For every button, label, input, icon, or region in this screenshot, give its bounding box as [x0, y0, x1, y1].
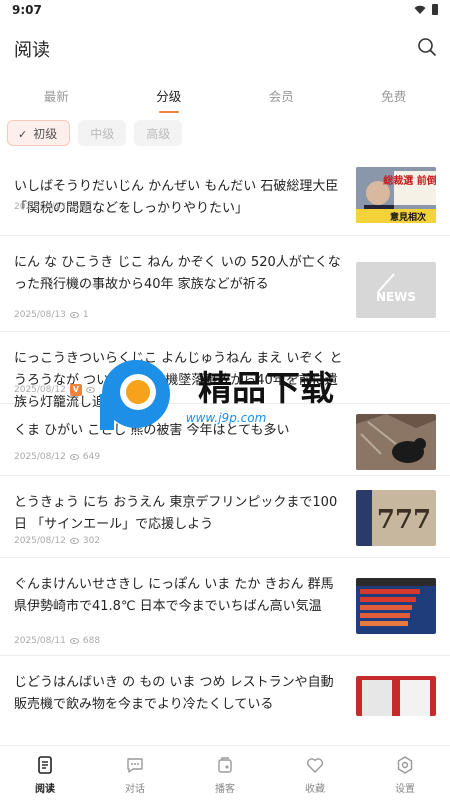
eye-icon: [69, 454, 79, 460]
news-meta: 2025/08/13 4: [14, 202, 89, 212]
level-filter-chips: ✓ 初级 中级 高级: [7, 120, 183, 146]
news-list: いしばそうりだいじん かんぜい もんだい 石破総理大臣「関税の問題などをしっかり…: [0, 160, 450, 716]
news-title: いしばそうりだいじん かんぜい もんだい 石破総理大臣「関税の問題などをしっかり…: [14, 179, 339, 216]
news-meta: 2025/08/12 302: [14, 536, 100, 546]
deaflympics-image: 777: [356, 490, 436, 546]
news-thumbnail: [356, 414, 436, 470]
news-views: 649: [82, 452, 101, 462]
nav-favorites[interactable]: 收藏: [270, 746, 360, 800]
bottom-nav: 阅读 对话 播客 收藏 设置: [0, 745, 450, 800]
news-title: にん な ひこうき じこ ねん かぞく いの 520人が亡くなった飛行機の事故か…: [14, 255, 341, 292]
level-tabs: 最新 分级 会员 免费: [0, 82, 450, 116]
news-views: 688: [82, 636, 101, 646]
news-item[interactable]: いしばそうりだいじん かんぜい もんだい 石破総理大臣「関税の問題などをしっかり…: [0, 160, 450, 236]
news-meta: 2025/08/12 649: [14, 452, 100, 462]
nav-label: 播客: [215, 784, 235, 795]
nav-podcast[interactable]: 播客: [180, 746, 270, 800]
temperature-chart-image: [356, 578, 436, 634]
news-thumbnail: 総裁選 前倒し 意見相次: [356, 167, 436, 223]
news-title: じどうはんばいき の もの いま つめ レストランや自動販売機で飲み物を今までよ…: [14, 675, 334, 712]
tab-free[interactable]: 免费: [338, 82, 450, 116]
eye-icon: [69, 204, 79, 210]
thumb-caption: 総裁選 前倒し: [383, 174, 436, 187]
news-meta: 2025/08/13 1: [14, 310, 89, 320]
status-icons: [414, 4, 438, 15]
news-views: 1: [82, 310, 89, 320]
news-thumbnail: [356, 676, 436, 716]
podcast-card-icon: [218, 757, 232, 773]
chip-intermediate[interactable]: 中级: [78, 120, 127, 146]
news-date: 2025/08/11: [14, 636, 66, 646]
news-item[interactable]: じどうはんばいき の もの いま つめ レストランや自動販売機で飲み物を今までよ…: [0, 656, 450, 716]
chip-label: 初级: [33, 127, 58, 141]
thumb-subcaption: 意見相次: [390, 211, 426, 223]
tab-member[interactable]: 会员: [225, 82, 338, 116]
nav-label: 设置: [395, 784, 415, 795]
document-icon: [38, 756, 52, 774]
news-meta: 2025/08/12 V: [14, 384, 95, 396]
tab-latest[interactable]: 最新: [0, 82, 113, 116]
thumbnail-image: 総裁選 前倒し 意見相次: [356, 167, 436, 223]
news-date: 2025/08/12: [14, 452, 66, 462]
vip-badge: V: [69, 384, 82, 396]
search-icon[interactable]: [416, 36, 438, 58]
nav-chat[interactable]: 对话: [90, 746, 180, 800]
watermark-logo: 精品下载 www.j9p.com: [98, 356, 358, 436]
news-date: 2025/08/13: [14, 202, 66, 212]
status-bar: 9:07: [0, 0, 450, 22]
nav-read[interactable]: 阅读: [0, 746, 90, 800]
news-placeholder-image: NEWS: [376, 273, 416, 304]
nav-settings[interactable]: 设置: [360, 746, 450, 800]
nav-label: 对话: [125, 784, 145, 795]
chip-advanced[interactable]: 高级: [134, 120, 183, 146]
page-title: 阅读: [14, 40, 50, 61]
nav-label: 阅读: [35, 784, 55, 795]
vending-machine-image: [356, 676, 436, 716]
news-title: とうきょう にち おうえん 東京デフリンピックまで100日 「サインエール」で応…: [14, 495, 338, 532]
status-time: 9:07: [12, 3, 42, 17]
settings-icon: [397, 756, 413, 774]
news-item[interactable]: とうきょう にち おうえん 東京デフリンピックまで100日 「サインエール」で応…: [0, 476, 450, 558]
news-views: 4: [82, 202, 89, 212]
thumb-caption: NEWS: [376, 290, 416, 304]
news-thumbnail: NEWS: [356, 262, 436, 318]
news-item[interactable]: にん な ひこうき じこ ねん かぞく いの 520人が亡くなった飛行機の事故か…: [0, 236, 450, 332]
check-icon: ✓: [18, 128, 28, 141]
news-date: 2025/08/12: [14, 385, 66, 395]
tab-graded[interactable]: 分级: [113, 82, 226, 116]
heart-icon: [306, 758, 324, 773]
news-thumbnail: 777: [356, 490, 436, 546]
news-meta: 2025/08/11 688: [14, 636, 100, 646]
bear-image: [356, 414, 436, 470]
news-thumbnail: [356, 578, 436, 634]
news-title: ぐんまけんいせさきし にっぽん いま たか きおん 群馬県伊勢崎市で41.8℃ …: [14, 577, 334, 614]
thumb-caption: 777: [377, 505, 431, 535]
news-date: 2025/08/13: [14, 310, 66, 320]
eye-icon: [69, 638, 79, 644]
watermark-title: 精品下载: [198, 369, 334, 409]
chat-bubble-icon: [127, 758, 143, 773]
wifi-icon: [414, 5, 426, 14]
nav-label: 收藏: [305, 784, 325, 795]
battery-icon: [432, 4, 438, 15]
eye-icon: [85, 387, 95, 393]
watermark-graphic: 精品下载 www.j9p.com: [100, 360, 334, 430]
app-header: 阅读: [0, 30, 450, 66]
news-date: 2025/08/12: [14, 536, 66, 546]
news-views: 302: [82, 536, 101, 546]
news-item[interactable]: ぐんまけんいせさきし にっぽん いま たか きおん 群馬県伊勢崎市で41.8℃ …: [0, 558, 450, 656]
chip-beginner[interactable]: ✓ 初级: [7, 120, 71, 146]
eye-icon: [69, 538, 79, 544]
eye-icon: [69, 312, 79, 318]
watermark-url: www.j9p.com: [186, 411, 267, 425]
